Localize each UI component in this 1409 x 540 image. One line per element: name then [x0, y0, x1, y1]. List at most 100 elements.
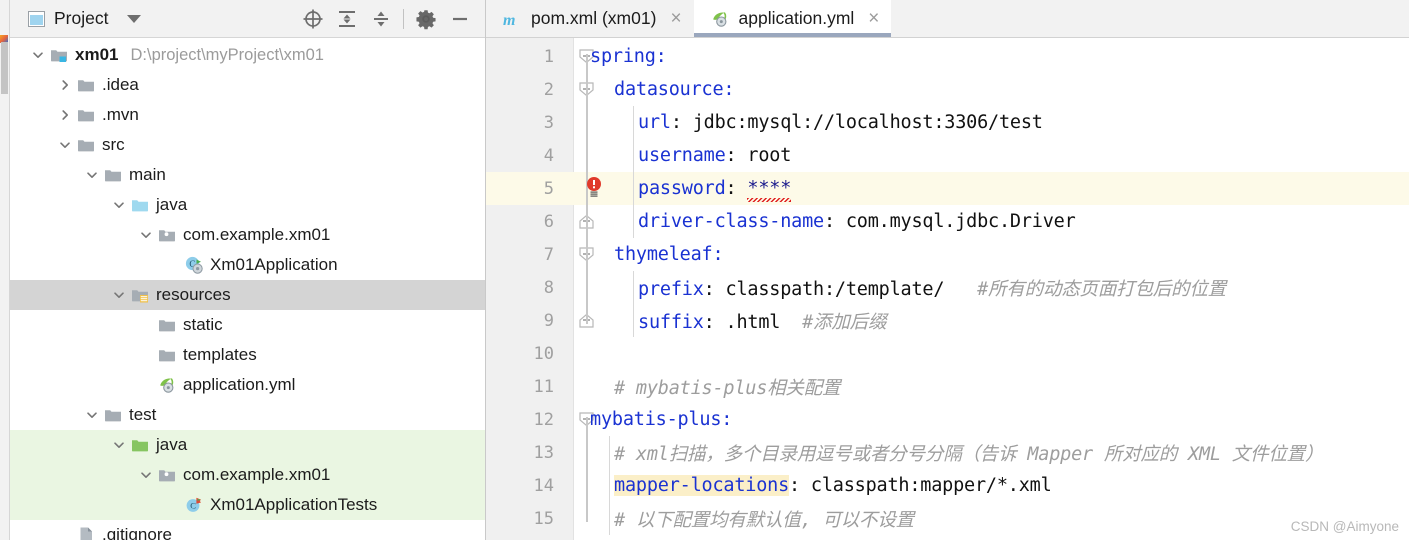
project-view-selector[interactable]: Project: [28, 8, 142, 29]
line-number: 13: [533, 442, 554, 463]
watermark: CSDN @Aimyone: [1290, 519, 1399, 534]
code-token: password: [638, 178, 726, 199]
test-source-root-folder-icon: [132, 440, 148, 452]
chevron-down-icon[interactable]: [136, 465, 156, 485]
tree-row-templates[interactable]: templates: [10, 340, 485, 370]
code-line: 15 # 以下配置均有默认值, 可以不设置: [486, 502, 1409, 535]
line-number: 1: [543, 46, 554, 67]
tree-row-test[interactable]: test: [10, 400, 485, 430]
code-token: thymeleaf:: [614, 244, 724, 265]
tree-row--gitignore[interactable]: .gitignore: [10, 520, 485, 540]
svg-text:m: m: [503, 12, 515, 29]
chevron-down-icon[interactable]: [82, 405, 102, 425]
editor-tab-application-yml[interactable]: application.yml ×: [693, 0, 892, 37]
tree-row-java[interactable]: java: [10, 190, 485, 220]
code-token: :: [725, 178, 748, 199]
tree-row-src[interactable]: src: [10, 130, 485, 160]
tree-row-static[interactable]: static: [10, 310, 485, 340]
code-token: :: [725, 145, 748, 166]
line-number: 10: [533, 343, 554, 364]
code-token: suffix: [638, 311, 704, 333]
module-folder-icon: [48, 45, 70, 65]
tree-expander-placeholder: [136, 375, 156, 395]
chevron-down-icon[interactable]: [82, 165, 102, 185]
tree-row--idea[interactable]: .idea: [10, 70, 485, 100]
tree-row-label: static: [183, 315, 223, 334]
editor-tabbar: m pom.xml (xm01) × application.yml ×: [486, 0, 1409, 38]
tree-row-label: .mvn: [102, 105, 139, 124]
editor-tab-label: application.yml: [738, 8, 855, 28]
tree-row-com-example-xm01[interactable]: com.example.xm01: [10, 460, 485, 490]
chevron-right-icon[interactable]: [55, 75, 75, 95]
code-line-text: datasource:: [614, 79, 735, 100]
tree-row-label: application.yml: [183, 375, 296, 394]
tree-row-resources[interactable]: resources: [10, 280, 485, 310]
folder-icon: [102, 165, 124, 185]
chevron-down-icon[interactable]: [28, 45, 48, 65]
tree-row-java[interactable]: java: [10, 430, 485, 460]
tree-row-label: .idea: [102, 75, 139, 94]
error-bulb-icon[interactable]: [584, 176, 604, 200]
tree-expander-placeholder: [136, 345, 156, 365]
code-token: com.mysql.jdbc.Driver: [845, 211, 1076, 232]
tree-row-application-yml[interactable]: application.yml: [10, 370, 485, 400]
folder-icon: [78, 140, 94, 152]
code-token: mybatis-plus:: [590, 409, 733, 430]
code-line: 4 username: root: [486, 139, 1409, 172]
code-line-text: thymeleaf:: [614, 244, 724, 265]
code-line-text: # mybatis-plus相关配置: [614, 374, 841, 400]
code-token: driver-class-name: [638, 211, 824, 232]
tree-row-xm01application[interactable]: C Xm01Application: [10, 250, 485, 280]
line-number: 7: [543, 244, 554, 265]
line-number: 14: [533, 475, 554, 496]
tree-row-main[interactable]: main: [10, 160, 485, 190]
minimize-icon: [453, 17, 467, 20]
chevron-down-icon[interactable]: [127, 14, 142, 23]
chevron-down-icon[interactable]: [109, 285, 129, 305]
code-line-text: suffix: .html #添加后缀: [638, 308, 886, 334]
code-line: 5 password: ****: [486, 172, 1409, 205]
folder-icon: [75, 135, 97, 155]
chevron-down-icon[interactable]: [55, 135, 75, 155]
tree-expander-placeholder: [55, 525, 75, 540]
code-line: 10: [486, 337, 1409, 370]
tree-row-com-example-xm01[interactable]: com.example.xm01: [10, 220, 485, 250]
stripe-project-button[interactable]: [1, 42, 8, 94]
tree-row-xm01applicationtests[interactable]: C Xm01ApplicationTests: [10, 490, 485, 520]
code-token: :: [703, 311, 726, 333]
code-token: username: [638, 145, 726, 166]
folder-icon: [159, 320, 175, 332]
select-opened-file-button[interactable]: [296, 4, 330, 34]
test-class-icon: C: [183, 495, 205, 515]
code-token: :: [670, 112, 693, 133]
code-line: 1 spring:: [486, 40, 1409, 73]
folder-icon: [159, 350, 175, 362]
expand-all-icon: [339, 10, 355, 27]
folder-icon: [156, 315, 178, 335]
tree-row--mvn[interactable]: .mvn: [10, 100, 485, 130]
code-line: 2 datasource:: [486, 73, 1409, 106]
editor-tab-label: pom.xml (xm01): [531, 8, 657, 28]
settings-button[interactable]: [409, 4, 443, 34]
chevron-right-icon[interactable]: [55, 105, 75, 125]
project-tool-window: Project xm01 D:\project\myProject\xm01 .…: [10, 0, 486, 540]
chevron-down-icon[interactable]: [109, 195, 129, 215]
collapse-all-button[interactable]: [364, 4, 398, 34]
tree-row-label: com.example.xm01: [183, 465, 331, 484]
chevron-down-icon[interactable]: [136, 225, 156, 245]
chevron-down-icon[interactable]: [109, 435, 129, 455]
folder-icon: [78, 110, 94, 122]
close-icon[interactable]: ×: [670, 9, 681, 28]
line-number: 5: [543, 178, 554, 199]
code-editor[interactable]: 1 spring: 2 datasource: 3 url: jdbc:mysql://l…: [486, 38, 1409, 540]
expand-all-button[interactable]: [330, 4, 364, 34]
spring-yaml-icon: [156, 375, 178, 395]
tree-row-xm01[interactable]: xm01 D:\project\myProject\xm01: [10, 40, 485, 70]
project-tree[interactable]: xm01 D:\project\myProject\xm01 .idea .mvn sr…: [10, 38, 485, 540]
code-token: url: [638, 112, 671, 133]
close-icon[interactable]: ×: [868, 9, 879, 28]
hide-button[interactable]: [443, 4, 477, 34]
line-number: 12: [533, 409, 554, 430]
tree-row-label: templates: [183, 345, 257, 364]
editor-tab-pom-xml-xm01-[interactable]: m pom.xml (xm01) ×: [486, 0, 694, 37]
